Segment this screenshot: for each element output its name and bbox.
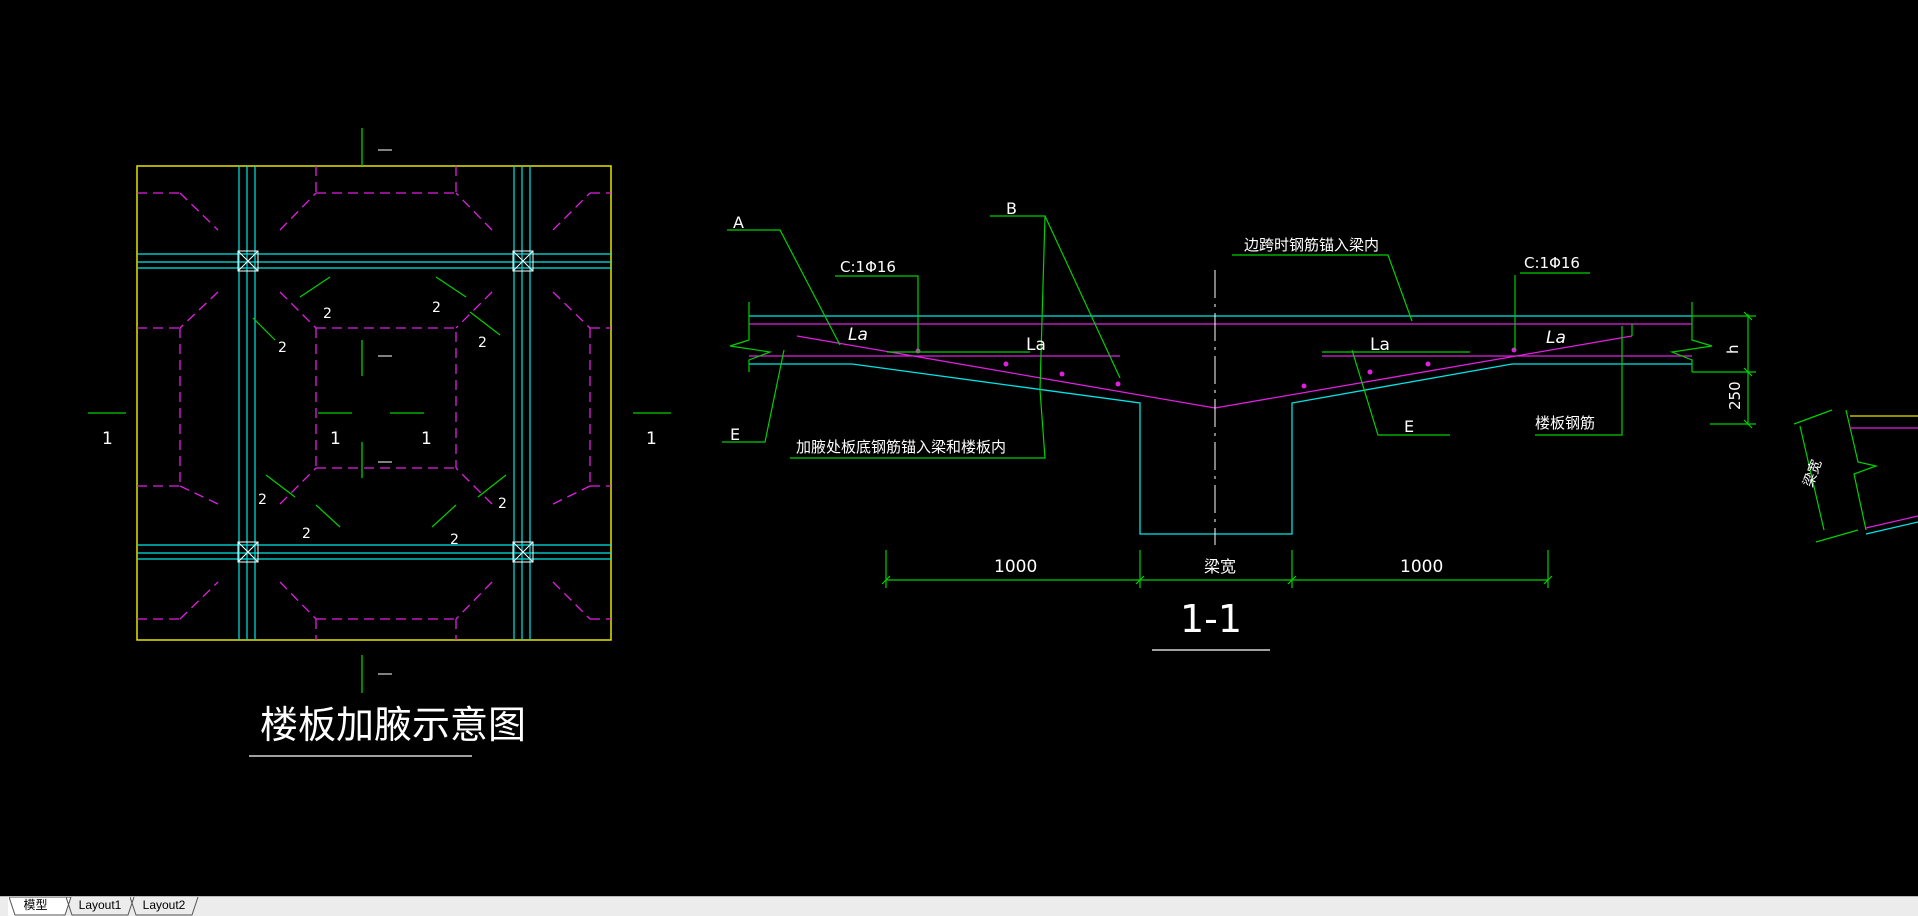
plan-beams: [137, 166, 611, 640]
partial-beam-label: 梁宽: [1800, 457, 1826, 489]
label-e-left: E: [730, 425, 740, 444]
plan-mark-2: 2: [323, 306, 332, 322]
plan-mark-2: 2: [278, 340, 287, 356]
plan-mark-center-right: 1: [421, 429, 432, 449]
plan-outline: [136, 165, 612, 641]
plan-haunch-lines: [137, 166, 611, 640]
label-la: La: [1546, 328, 1566, 348]
rebar-spec-right: C:1Φ16: [1524, 254, 1580, 272]
layout-tab-bar: 模型 Layout1 Layout2: [0, 896, 1918, 916]
label-la: La: [1370, 335, 1390, 355]
tab-layout1-label: Layout1: [78, 898, 122, 912]
dim-h: h: [1724, 344, 1742, 354]
plan-hatch-marks: [252, 276, 507, 528]
drawing-canvas[interactable]: 1 1 1 1 2 2 2 2 2 2 2 2 楼板加腋示意图 A B E E …: [0, 0, 1918, 896]
plan-mark-right: 1: [646, 429, 657, 449]
tab-model[interactable]: 模型: [8, 897, 72, 916]
dim-250: 250: [1726, 381, 1744, 410]
plan-mark-2: 2: [432, 300, 441, 316]
label-a: A: [733, 213, 744, 232]
dim-beam: 梁宽: [1204, 557, 1236, 576]
label-e-right: E: [1404, 417, 1414, 436]
plan-columns: [237, 250, 534, 563]
label-la: La: [1026, 335, 1046, 355]
tab-model-label: 模型: [23, 898, 48, 912]
section-title: 1-1: [1180, 597, 1242, 641]
note-slab-rebar: 楼板钢筋: [1535, 414, 1595, 432]
dim-right: 1000: [1400, 557, 1443, 577]
plan-mark-2: 2: [498, 496, 507, 512]
tab-layout2[interactable]: Layout2: [130, 897, 199, 916]
plan-title: 楼板加腋示意图: [260, 703, 526, 747]
plan-cut-arrows: [378, 149, 392, 675]
label-la: La: [848, 325, 868, 345]
note-haunch: 加腋处板底钢筋锚入梁和楼板内: [796, 438, 1006, 456]
plan-mark-2: 2: [302, 526, 311, 542]
dim-left: 1000: [994, 557, 1037, 577]
plan-mark-center-left: 1: [330, 429, 341, 449]
partial-detail-right: 梁宽: [1793, 409, 1918, 543]
plan-mark-2: 2: [478, 335, 487, 351]
plan-view: 1 1 1 1 2 2 2 2 2 2 2 2 楼板加腋示意图: [88, 128, 671, 757]
plan-mark-left: 1: [102, 429, 113, 449]
rebar-spec-left: C:1Φ16: [840, 258, 896, 276]
section-view: A B E E La La La La C:1Φ16 C:1Φ16 边跨时钢筋锚…: [722, 199, 1756, 651]
section-dim-right: [1692, 311, 1756, 429]
plan-mark-2: 2: [450, 532, 459, 548]
plan-mark-2: 2: [258, 492, 267, 508]
label-b: B: [1006, 199, 1017, 218]
plan-section-cuts: [88, 128, 671, 693]
tab-layout2-label: Layout2: [142, 898, 186, 912]
note-edge-span: 边跨时钢筋锚入梁内: [1244, 236, 1379, 254]
tab-layout1[interactable]: Layout1: [66, 897, 135, 916]
